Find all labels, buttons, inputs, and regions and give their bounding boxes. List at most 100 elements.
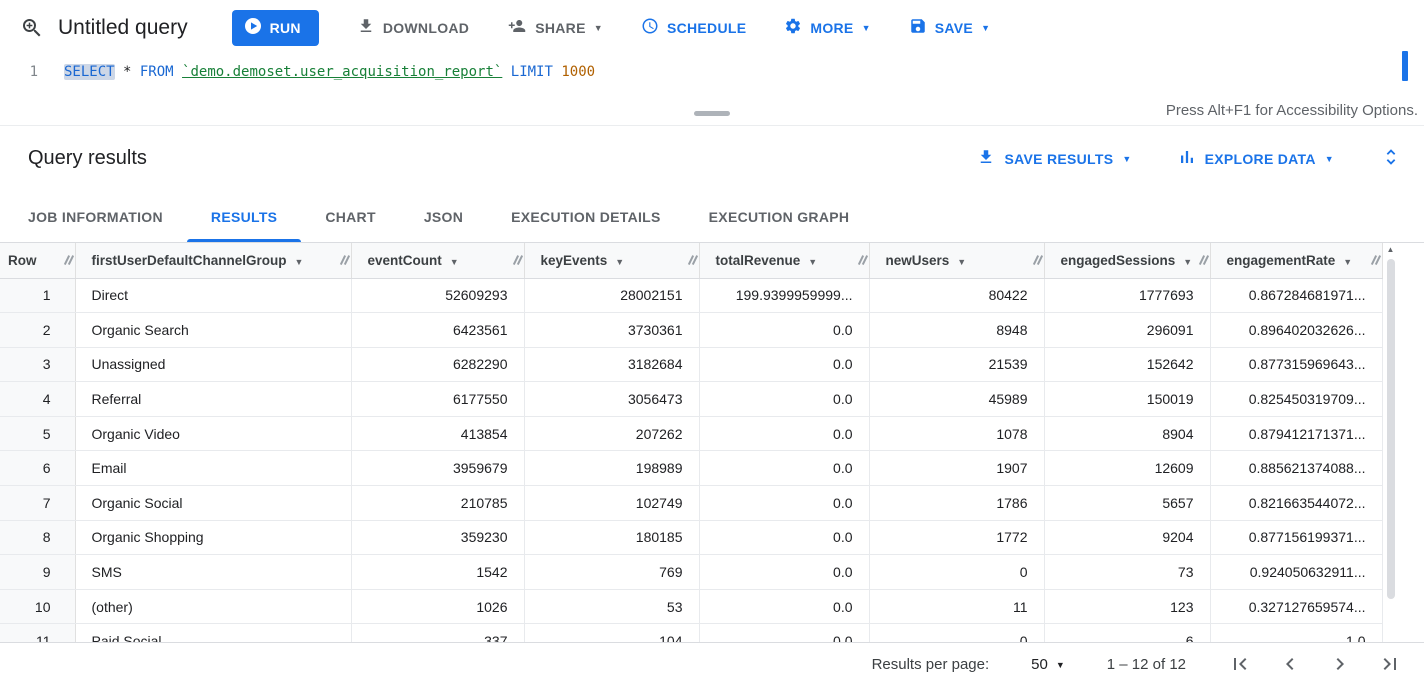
cell: Direct (75, 278, 351, 313)
sort-dropdown-icon[interactable]: ▼ (1343, 257, 1352, 267)
row-number-cell: 8 (0, 520, 75, 555)
sort-dropdown-icon[interactable]: ▼ (808, 257, 817, 267)
row-number-cell: 6 (0, 451, 75, 486)
results-tabs: JOB INFORMATIONRESULTSCHARTJSONEXECUTION… (0, 191, 1424, 243)
scroll-up-icon[interactable]: ▲ (1383, 243, 1399, 257)
schedule-button[interactable]: SCHEDULE (641, 17, 746, 38)
sql-token: `demo.demoset.user_acquisition_report` (182, 64, 502, 80)
cell: 0.0 (699, 347, 869, 382)
caret-down-icon: ▼ (862, 24, 871, 33)
scrollbar-thumb[interactable] (1387, 259, 1395, 599)
sql-token: FROM (140, 64, 174, 80)
row-number-cell: 1 (0, 278, 75, 313)
sort-dropdown-icon[interactable]: ▼ (957, 257, 966, 267)
share-button[interactable]: SHARE ▼ (507, 17, 603, 38)
column-header-engagedsessions[interactable]: engagedSessions▼ (1044, 243, 1210, 278)
cell: 0.0 (699, 486, 869, 521)
row-number-cell: 10 (0, 589, 75, 624)
column-label: keyEvents (541, 253, 608, 268)
table-row[interactable]: 5Organic Video4138542072620.0107889040.8… (0, 416, 1382, 451)
cell: 3056473 (524, 382, 699, 417)
cell: 8948 (869, 313, 1044, 348)
save-button[interactable]: SAVE ▼ (909, 17, 991, 38)
table-row[interactable]: 7Organic Social2107851027490.0178656570.… (0, 486, 1382, 521)
column-header-newusers[interactable]: newUsers▼ (869, 243, 1044, 278)
tab-chart[interactable]: CHART (301, 191, 400, 242)
more-label: MORE (810, 20, 853, 36)
column-header-keyevents[interactable]: keyEvents ▼ (524, 243, 699, 278)
sql-editor[interactable]: 1 SELECT * FROM `demo.demoset.user_acqui… (0, 55, 1424, 101)
column-resize-handle[interactable] (1034, 253, 1042, 267)
page-size-select[interactable]: 50 ▼ (1031, 656, 1065, 673)
column-resize-handle[interactable] (689, 253, 697, 267)
table-row[interactable]: 6Email39596791989890.01907126090.8856213… (0, 451, 1382, 486)
column-resize-handle[interactable] (341, 253, 349, 267)
cell: 0.877315969643... (1210, 347, 1382, 382)
column-header-engagementrate[interactable]: engagementRate▼ (1210, 243, 1382, 278)
cell: 102749 (524, 486, 699, 521)
table-row[interactable]: 3Unassigned628229031826840.0215391526420… (0, 347, 1382, 382)
column-resize-handle[interactable] (859, 253, 867, 267)
cell: Organic Video (75, 416, 351, 451)
cell: 0.896402032626... (1210, 313, 1382, 348)
column-header-totalrevenue[interactable]: totalRevenue▼ (699, 243, 869, 278)
tab-execution-details[interactable]: EXECUTION DETAILS (487, 191, 685, 242)
column-header-eventcount[interactable]: eventCount▼ (351, 243, 524, 278)
table-row[interactable]: 1Direct5260929328002151199.9399959999...… (0, 278, 1382, 313)
last-page-icon (1378, 652, 1402, 676)
sort-dropdown-icon[interactable]: ▼ (450, 257, 459, 267)
cell: 45989 (869, 382, 1044, 417)
cell: 413854 (351, 416, 524, 451)
table-vertical-scrollbar[interactable]: ▲ (1383, 243, 1399, 642)
table-row[interactable]: 8Organic Shopping3592301801850.017729204… (0, 520, 1382, 555)
download-icon (357, 17, 375, 38)
tab-json[interactable]: JSON (400, 191, 487, 242)
sort-dropdown-icon[interactable]: ▼ (1183, 257, 1192, 267)
tab-job-information[interactable]: JOB INFORMATION (4, 191, 187, 242)
editor-scrollbar[interactable] (1402, 51, 1408, 81)
column-header-row[interactable]: Row (0, 243, 75, 278)
chevron-left-icon (1278, 652, 1302, 676)
column-header-firstuserdefaultchannelgroup[interactable]: firstUserDefaultChannelGroup▼ (75, 243, 351, 278)
column-resize-handle[interactable] (65, 253, 73, 267)
cell: 0.877156199371... (1210, 520, 1382, 555)
cell: 21539 (869, 347, 1044, 382)
more-button[interactable]: MORE ▼ (784, 17, 870, 38)
column-resize-handle[interactable] (1372, 253, 1380, 267)
divider-drag-handle[interactable] (694, 111, 730, 116)
table-row[interactable]: 11Paid Social3371040.0061.0 (0, 624, 1382, 642)
cell: 199.9399959999... (699, 278, 869, 313)
tab-execution-graph[interactable]: EXECUTION GRAPH (685, 191, 874, 242)
column-resize-handle[interactable] (514, 253, 522, 267)
previous-page-button[interactable] (1278, 652, 1302, 676)
table-row[interactable]: 2Organic Search642356137303610.089482960… (0, 313, 1382, 348)
column-resize-handle[interactable] (1200, 253, 1208, 267)
table-row[interactable]: 10(other)1026530.0111230.327127659574... (0, 589, 1382, 624)
first-page-button[interactable] (1228, 652, 1252, 676)
next-page-button[interactable] (1328, 652, 1352, 676)
cell: 0.0 (699, 313, 869, 348)
sort-dropdown-icon[interactable]: ▼ (615, 257, 624, 267)
table-row[interactable]: 9SMS15427690.00730.924050632911... (0, 555, 1382, 590)
sort-dropdown-icon[interactable]: ▼ (295, 257, 304, 267)
cell: 359230 (351, 520, 524, 555)
download-button[interactable]: DOWNLOAD (357, 17, 469, 38)
sql-token (502, 64, 510, 80)
caret-down-icon: ▼ (1325, 155, 1334, 164)
run-button[interactable]: RUN (232, 10, 319, 46)
cell: 0.825450319709... (1210, 382, 1382, 417)
explore-data-button[interactable]: EXPLORE DATA ▼ (1178, 148, 1334, 169)
cell: 1772 (869, 520, 1044, 555)
cell: 0.867284681971... (1210, 278, 1382, 313)
sql-code[interactable]: SELECT * FROM `demo.demoset.user_acquisi… (48, 62, 595, 101)
table-row[interactable]: 4Referral617755030564730.0459891500190.8… (0, 382, 1382, 417)
cell: 0 (869, 555, 1044, 590)
bigquery-editor-window: Untitled query RUN DOWNLOAD SHARE ▼ (0, 0, 1424, 685)
cell: 1078 (869, 416, 1044, 451)
results-header-row: RowfirstUserDefaultChannelGroup▼eventCou… (0, 243, 1382, 278)
tab-results[interactable]: RESULTS (187, 191, 301, 242)
save-results-button[interactable]: SAVE RESULTS ▼ (977, 148, 1131, 169)
expand-results-button[interactable] (1380, 146, 1402, 171)
cell: 0.0 (699, 624, 869, 642)
last-page-button[interactable] (1378, 652, 1402, 676)
